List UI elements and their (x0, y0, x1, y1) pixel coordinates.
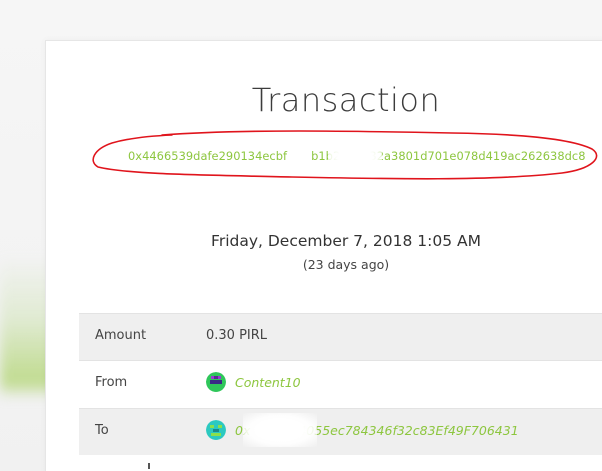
page-title: Transaction (251, 81, 441, 119)
transaction-date: Friday, December 7, 2018 1:05 AM (211, 232, 481, 250)
table-row-to: To 0x4055ec784346f32c83Ef49F706431 (79, 408, 602, 455)
transaction-age: (23 days ago) (302, 257, 390, 272)
table-row-amount: Amount 0.30 PIRL (79, 313, 602, 360)
page: Transaction 0x4466539dafe290134ecbf b1b28… (0, 0, 602, 471)
transaction-hash-area: 0x4466539dafe290134ecbf b1b28b1d32a3801d7… (92, 129, 602, 185)
transaction-card: Transaction 0x4466539dafe290134ecbf b1b28… (45, 40, 602, 471)
amount-label: Amount (95, 328, 147, 343)
from-address-text: Content10 (235, 374, 301, 390)
table-row-from: From Content10 (79, 360, 602, 408)
identicon-avatar-icon (206, 372, 226, 392)
hash-head: 0x4466539dafe290134ecbf (128, 149, 288, 163)
amount-value: 0.30 PIRL (206, 328, 268, 343)
redaction-blur (243, 413, 317, 447)
details-table: Amount 0.30 PIRL From Content10 To 4055e… (79, 313, 602, 455)
to-label: To (95, 423, 109, 438)
next-row-label-fragment (148, 463, 150, 469)
from-address[interactable]: Content10 (206, 372, 301, 392)
to-address-text: 4055ec784346f32c83Ef49F706431 (298, 422, 519, 438)
redaction-blur (328, 143, 382, 171)
from-label: From (95, 375, 128, 390)
identicon-avatar-icon (206, 420, 226, 440)
